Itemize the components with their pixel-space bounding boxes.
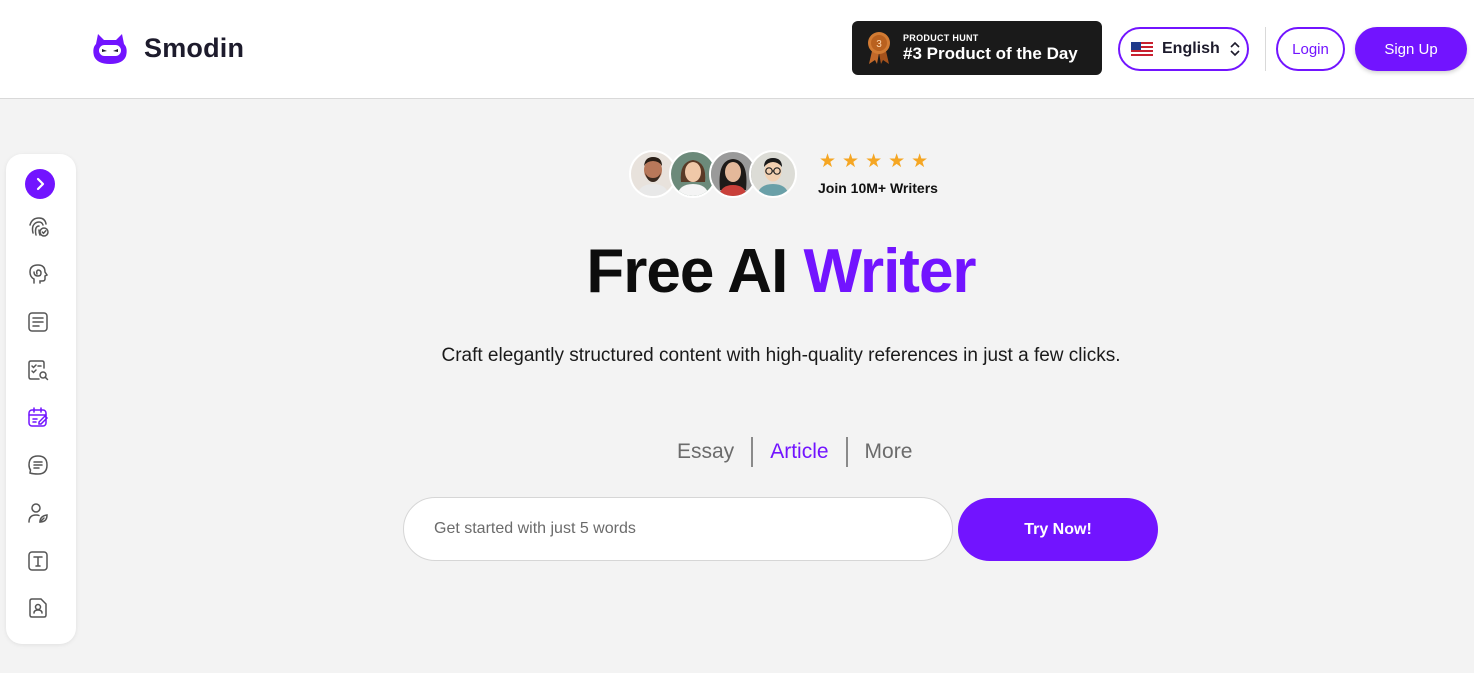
join-writers-text: Join 10M+ Writers: [818, 180, 938, 196]
title-accent: Writer: [803, 237, 977, 306]
brand-logo[interactable]: Smodin: [90, 30, 244, 66]
sidebar-item-chat[interactable]: [25, 452, 51, 478]
avatar: [749, 150, 797, 198]
chevron-right-icon: [36, 177, 45, 191]
sidebar-item-humanizer[interactable]: [25, 500, 51, 526]
sidebar-item-planner[interactable]: [25, 404, 51, 430]
title-main: Free AI: [586, 237, 804, 306]
rating-stars: ★★★★★: [819, 151, 935, 172]
product-hunt-text: PRODUCT HUNT #3 Product of the Day: [903, 33, 1078, 64]
topic-input[interactable]: [404, 498, 952, 560]
document-lines-icon: [28, 312, 48, 332]
text-box-icon: [28, 551, 48, 571]
medal-number: 3: [876, 39, 882, 50]
content-type-tabs: Essay Article More: [660, 436, 929, 468]
header-divider: [1265, 27, 1266, 71]
sidebar-item-document[interactable]: [25, 309, 51, 335]
tab-more[interactable]: More: [848, 440, 930, 464]
topic-input-wrapper: [403, 497, 953, 561]
login-button[interactable]: Login: [1276, 27, 1345, 71]
writer-avatars: [629, 150, 797, 198]
chat-lines-icon: [28, 455, 48, 475]
tab-article[interactable]: Article: [753, 440, 845, 464]
robot-logo-icon: [93, 34, 127, 64]
page-subtitle: Craft elegantly structured content with …: [441, 345, 1121, 366]
language-selector[interactable]: English: [1118, 27, 1249, 71]
avatar-man-glasses-icon: [751, 152, 795, 196]
chevron-up-down-icon: [1230, 41, 1240, 57]
sidebar-item-profile-doc[interactable]: [25, 595, 51, 621]
sidebar-expand-button[interactable]: [25, 169, 55, 199]
language-label: English: [1162, 40, 1220, 57]
sidebar-item-text[interactable]: [25, 548, 51, 574]
document-person-icon: [29, 598, 47, 618]
user-leaf-icon: [28, 503, 48, 523]
calendar-edit-icon: [28, 407, 49, 427]
tab-essay[interactable]: Essay: [660, 440, 751, 464]
product-hunt-label: PRODUCT HUNT: [903, 32, 979, 43]
top-header: Smodin 3 PRODUCT HUNT #3 Product of the …: [0, 0, 1474, 99]
product-hunt-rank: #3 Product of the Day: [903, 43, 1078, 63]
brand-name: Smodin: [144, 32, 245, 63]
tools-sidebar: [6, 154, 76, 644]
try-now-button[interactable]: Try Now!: [958, 498, 1158, 561]
us-flag-icon: [1131, 42, 1153, 56]
medal-icon: 3: [868, 32, 890, 64]
page-title: Free AI Writer: [0, 236, 1474, 307]
signup-button[interactable]: Sign Up: [1355, 27, 1467, 71]
product-hunt-badge[interactable]: 3 PRODUCT HUNT #3 Product of the Day: [852, 21, 1102, 75]
